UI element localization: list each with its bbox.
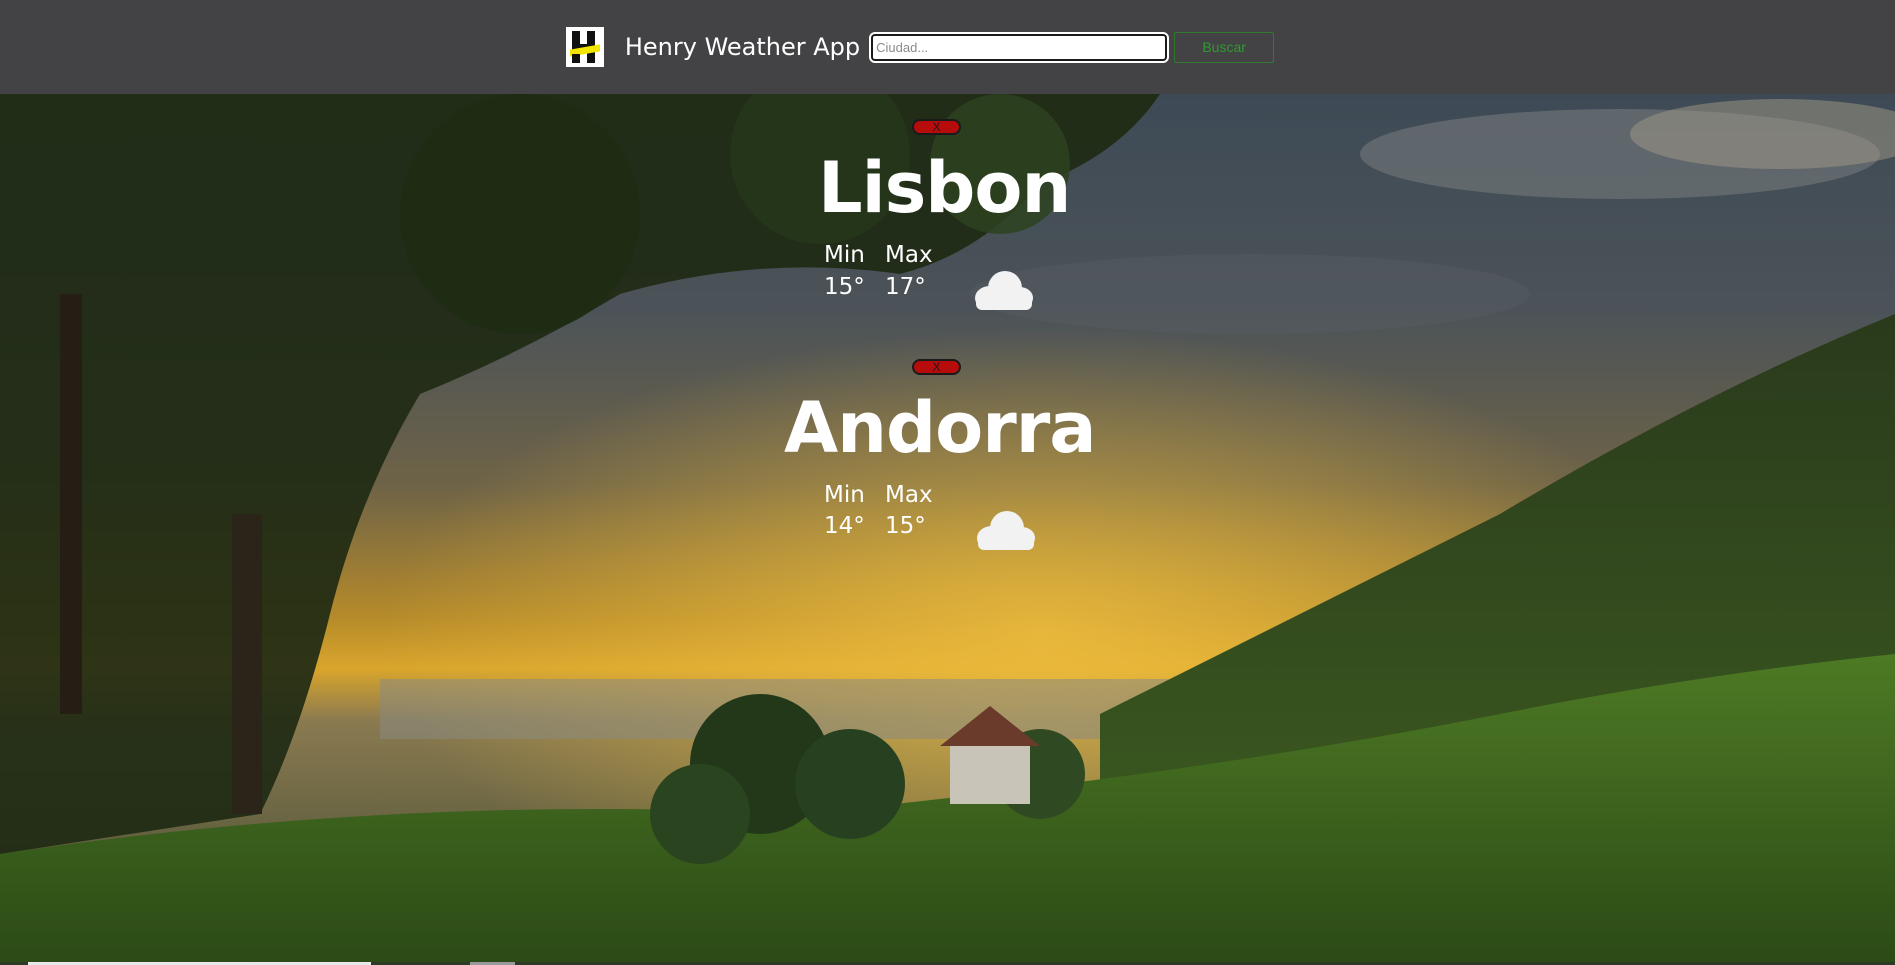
close-card-button[interactable]: X [912,119,961,135]
min-temperature: 14° [824,513,865,539]
search-button[interactable]: Buscar [1174,31,1275,63]
min-label: Min [824,482,865,508]
min-temperature: 15° [824,274,865,300]
henry-logo-icon [565,27,604,67]
max-temperature: 15° [885,513,926,539]
city-search-input[interactable] [869,31,1170,63]
app-title: Henry Weather App [624,33,861,61]
city-name: Andorra [784,387,1096,469]
navbar-content: Henry Weather App Buscar [565,27,1275,67]
max-label: Max [885,482,933,508]
max-temperature: 17° [885,274,926,300]
cloud-icon [975,271,1033,310]
navbar: Henry Weather App Buscar [0,0,1895,94]
city-name: Lisbon [818,147,1071,229]
max-label: Max [885,242,933,268]
min-label: Min [824,242,865,268]
close-card-button[interactable]: X [912,359,961,375]
cloud-icon [977,511,1035,550]
